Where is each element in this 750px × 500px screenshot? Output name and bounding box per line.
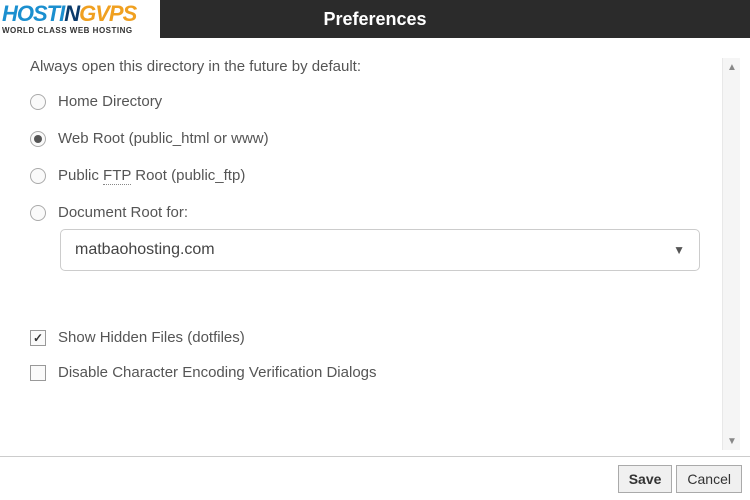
dialog-title: Preferences — [323, 9, 426, 30]
radio-label: Home Directory — [58, 93, 162, 110]
radio-input[interactable] — [30, 205, 46, 221]
logo-text: HOSTINGVPS — [2, 3, 160, 25]
cancel-button[interactable]: Cancel — [676, 465, 742, 493]
checkbox-label: Disable Character Encoding Verification … — [58, 364, 377, 381]
select-value: matbaohosting.com — [75, 241, 215, 259]
radio-public-ftp[interactable]: Public FTP Root (public_ftp) — [30, 167, 740, 184]
checkbox-input[interactable] — [30, 365, 46, 381]
directory-prompt: Always open this directory in the future… — [30, 58, 740, 75]
radio-input[interactable] — [30, 131, 46, 147]
checkbox-label: Show Hidden Files (dotfiles) — [58, 329, 245, 346]
radio-web-root[interactable]: Web Root (public_html or www) — [30, 130, 740, 147]
radio-document-root[interactable]: Document Root for: — [30, 204, 740, 221]
radio-label: Web Root (public_html or www) — [58, 130, 269, 147]
radio-home-directory[interactable]: Home Directory — [30, 93, 740, 110]
radio-label: Public FTP Root (public_ftp) — [58, 167, 245, 184]
document-root-select[interactable]: matbaohosting.com ▼ — [60, 229, 700, 271]
dialog-body: Always open this directory in the future… — [0, 38, 750, 456]
scrollbar[interactable]: ▲ ▼ — [722, 58, 740, 450]
radio-input[interactable] — [30, 94, 46, 110]
dialog-header: HOSTINGVPS WORLD CLASS WEB HOSTING Prefe… — [0, 0, 750, 38]
brand-logo: HOSTINGVPS WORLD CLASS WEB HOSTING — [0, 0, 160, 38]
checkbox-show-hidden[interactable]: Show Hidden Files (dotfiles) — [30, 329, 740, 346]
checkbox-disable-encoding-dialogs[interactable]: Disable Character Encoding Verification … — [30, 364, 740, 381]
checkbox-input[interactable] — [30, 330, 46, 346]
scroll-up-icon[interactable]: ▲ — [723, 58, 741, 76]
radio-input[interactable] — [30, 168, 46, 184]
document-root-select-wrap: matbaohosting.com ▼ — [60, 229, 700, 271]
logo-tagline: WORLD CLASS WEB HOSTING — [2, 26, 160, 35]
dialog-footer: Save Cancel — [0, 456, 750, 500]
radio-label: Document Root for: — [58, 204, 188, 221]
chevron-down-icon: ▼ — [673, 243, 685, 257]
save-button[interactable]: Save — [618, 465, 673, 493]
scroll-down-icon[interactable]: ▼ — [723, 432, 741, 450]
